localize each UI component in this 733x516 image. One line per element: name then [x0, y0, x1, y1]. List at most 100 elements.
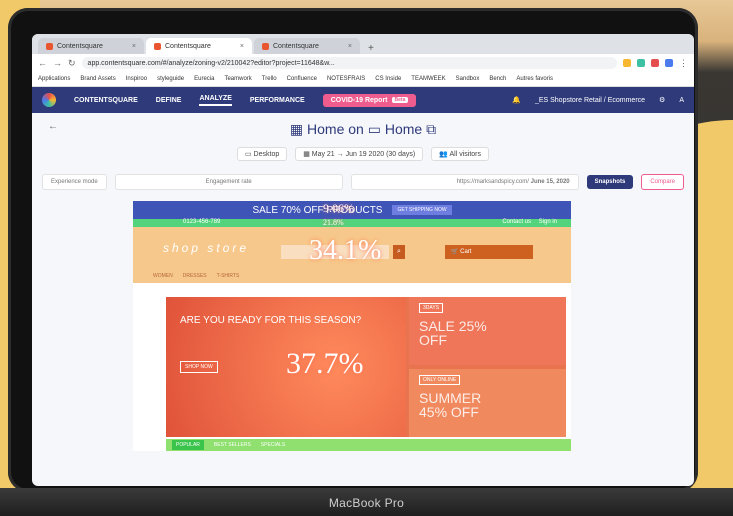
device-filter-label: Desktop — [253, 151, 280, 158]
back-arrow-icon[interactable]: ← — [38, 58, 47, 68]
extension-icon[interactable] — [651, 59, 659, 67]
contact-link[interactable]: Contact us — [502, 219, 531, 225]
bookmark-item[interactable]: TEAMWEEK — [411, 76, 445, 82]
tab-favicon-icon — [262, 42, 269, 50]
nav-performance[interactable]: PERFORMANCE — [250, 97, 305, 104]
bookmark-item[interactable]: Inspiroo — [126, 76, 147, 82]
snapshots-button[interactable]: Snapshots — [586, 175, 634, 189]
device-label: MacBook Pro — [328, 496, 405, 510]
account-selector[interactable]: _ES Shopstore Retail / Ecommerce — [535, 97, 645, 104]
new-tab-icon[interactable]: + — [362, 43, 380, 54]
tab-favicon-icon — [46, 42, 53, 50]
tab-label: Contentsquare — [165, 42, 211, 50]
store-logo[interactable]: shop store — [163, 241, 249, 255]
menu-women[interactable]: WOMEN — [153, 273, 173, 279]
menu-dresses[interactable]: DRESSES — [183, 273, 207, 279]
bookmark-item[interactable]: Eurecia — [194, 76, 214, 82]
page-title-name[interactable]: Home — [385, 121, 422, 137]
app-navbar-right: 🔔 _ES Shopstore Retail / Ecommerce ⚙ A — [512, 96, 684, 105]
zone-rate-search: 34.1% — [309, 235, 382, 266]
extension-icon[interactable] — [637, 59, 645, 67]
mode-select[interactable]: Experience mode — [42, 174, 107, 190]
promo-sale-text: SUMMER 45% OFF — [419, 390, 482, 420]
brand-name: CONTENTSQUARE — [74, 96, 138, 104]
sale-banner[interactable]: SALE 70% OFF PRODUCTS GET SHIPPING NOW 9… — [133, 201, 571, 219]
segment-filter[interactable]: 👥 All visitors — [431, 147, 490, 161]
covid-report-button[interactable]: COVID-19 Report Beta — [322, 93, 417, 107]
page-mapping-icon: ▭ — [367, 121, 381, 137]
browser-tab-active[interactable]: Contentsquare × — [146, 38, 252, 54]
bookmark-item[interactable]: Sandbox — [456, 76, 480, 82]
bookmark-item[interactable]: Teamwork — [224, 76, 251, 82]
calendar-icon: ▦ — [303, 151, 312, 158]
hero-section: ARE YOU READY FOR THIS SEASON? SHOP NOW … — [166, 297, 566, 437]
date-filter[interactable]: ▦ May 21 → Jun 19 2020 (30 days) — [295, 147, 424, 161]
zone-rate-hero: 37.7% — [286, 347, 364, 380]
hero-main-banner[interactable]: ARE YOU READY FOR THIS SEASON? SHOP NOW … — [166, 297, 406, 437]
menu-dots-icon[interactable]: ⋮ — [679, 58, 688, 69]
contentsquare-logo-icon — [42, 93, 56, 107]
bookmark-item[interactable]: NOTESFRAIS — [327, 76, 365, 82]
store-phone: 0123-456-789 — [183, 219, 221, 225]
hero-headline: ARE YOU READY FOR THIS SEASON? — [180, 315, 362, 326]
extension-icon[interactable] — [623, 59, 631, 67]
cart-label: Cart — [460, 249, 472, 255]
bell-icon[interactable]: 🔔 — [512, 96, 521, 104]
promo-3days[interactable]: 3DAYS SALE 25% OFF — [409, 297, 566, 365]
device-filter[interactable]: ▭ Desktop — [236, 147, 288, 161]
product-tabs: POPULAR BEST SELLERS SPECIALS — [166, 439, 571, 451]
browser-tab[interactable]: Contentsquare × — [254, 38, 360, 54]
bookmark-item[interactable]: Confluence — [287, 76, 317, 82]
cart-button[interactable]: 🛒 Cart — [445, 245, 533, 259]
nav-analyze[interactable]: ANALYZE — [199, 95, 232, 106]
get-shipping-button[interactable]: GET SHIPPING NOW — [392, 205, 452, 215]
page-title-prefix: Home on — [307, 121, 364, 137]
toolbar-url: https://marksandspicy.com/ — [456, 179, 529, 185]
promo-tag: 3DAYS — [419, 303, 444, 313]
segment-filter-label: All visitors — [449, 151, 482, 158]
tab-favicon-icon — [154, 42, 161, 50]
address-bar[interactable]: app.contentsquare.com/#/analyze/zoning-v… — [81, 57, 617, 69]
user-icon[interactable]: A — [679, 97, 684, 104]
bookmark-item[interactable]: CS Inside — [375, 76, 401, 82]
menu-tshirts[interactable]: T-SHIRTS — [217, 273, 240, 279]
browser-tab[interactable]: Contentsquare × — [38, 38, 144, 54]
copy-icon[interactable]: ⧉ — [426, 121, 436, 137]
metric-select[interactable]: Engagement rate — [114, 174, 343, 190]
tab-specials[interactable]: SPECIALS — [261, 442, 285, 448]
tab-label: Contentsquare — [57, 42, 103, 50]
users-icon: 👥 — [439, 151, 450, 158]
bookmarks-bar: Applications Brand Assets Inspiroo style… — [32, 72, 694, 87]
search-icon[interactable]: ⌕ — [393, 245, 405, 259]
promo-online[interactable]: ONLY ONLINE SUMMER 45% OFF — [409, 369, 566, 437]
nav-define[interactable]: DEFINE — [156, 97, 182, 104]
date-filter-label: May 21 → Jun 19 2020 (30 days) — [311, 151, 416, 158]
store-header: shop store ⌕ 34.1% 🛒 Cart WOMEN DRESSES … — [133, 227, 571, 283]
store-heatmap-preview: SALE 70% OFF PRODUCTS GET SHIPPING NOW 9… — [133, 201, 571, 451]
close-icon[interactable]: × — [240, 43, 244, 50]
bookmark-item[interactable]: Brand Assets — [80, 76, 115, 82]
forward-arrow-icon[interactable]: → — [53, 58, 62, 68]
sign-in-link[interactable]: Sign in — [539, 219, 557, 225]
close-icon[interactable]: × — [132, 43, 136, 50]
extension-icon[interactable] — [665, 59, 673, 67]
tab-label: Contentsquare — [273, 42, 319, 50]
tab-best-sellers[interactable]: BEST SELLERS — [214, 442, 251, 448]
bookmark-item[interactable]: Bench — [489, 76, 506, 82]
bookmark-item[interactable]: styleguide — [157, 76, 184, 82]
reload-icon[interactable]: ↻ — [68, 58, 76, 69]
compare-button[interactable]: Compare — [641, 174, 684, 190]
shop-now-button[interactable]: SHOP NOW — [180, 361, 218, 373]
zone-rate-banner: 9.06% — [323, 201, 354, 215]
url-text: app.contentsquare.com/#/analyze/zoning-v… — [87, 59, 335, 67]
tab-popular[interactable]: POPULAR — [172, 440, 204, 450]
bookmark-item[interactable]: Autres favoris — [516, 76, 553, 82]
bookmark-item[interactable]: Trello — [262, 76, 277, 82]
page-header: ← ▦ Home on ▭ Home ⧉ ▭ Desktop ▦ May 21 … — [32, 113, 694, 171]
bookmark-item[interactable]: Applications — [38, 76, 70, 82]
url-select[interactable]: https://marksandspicy.com/ June 15, 2020 — [350, 174, 579, 190]
gear-icon[interactable]: ⚙ — [659, 96, 665, 104]
store-menu: WOMEN DRESSES T-SHIRTS — [153, 273, 239, 279]
sale-banner-text: SALE 70% OFF PRODUCTS — [252, 204, 383, 216]
close-icon[interactable]: × — [348, 43, 352, 50]
